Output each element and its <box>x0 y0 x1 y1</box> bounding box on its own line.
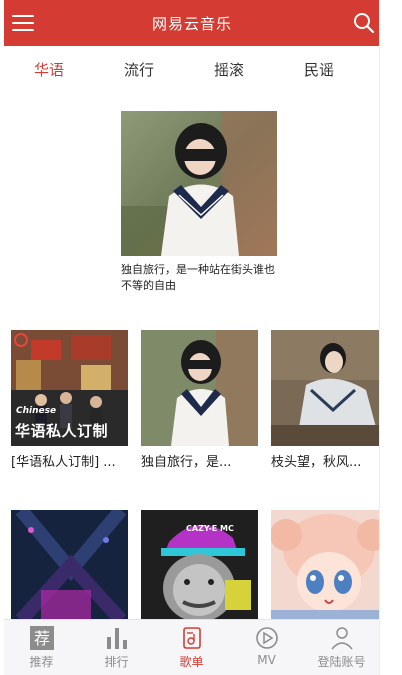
bottom-nav: 荐 推荐 排行 歌单 MV 登陆账号 <box>4 619 380 675</box>
featured-playlist[interactable]: 独自旅行，是一种站在街头谁也不等的自由 <box>121 111 277 294</box>
nav-label: 推荐 <box>29 655 54 669</box>
chart-bars-icon <box>106 628 127 649</box>
top-bar: 网易云音乐 <box>4 0 380 46</box>
nav-item-login[interactable]: 登陆账号 <box>304 620 379 675</box>
playlist-cover-image <box>11 510 128 626</box>
cover-small-text: Chinese <box>16 406 57 416</box>
nav-item-playlist[interactable]: 歌单 <box>154 620 229 675</box>
nav-label: MV <box>257 653 276 667</box>
featured-cover-image <box>121 111 277 256</box>
user-icon <box>330 627 353 650</box>
playlist-card[interactable]: 枝头望，秋风... <box>271 330 380 472</box>
nav-item-chart[interactable]: 排行 <box>79 620 154 675</box>
featured-caption: 独自旅行，是一种站在街头谁也不等的自由 <box>121 263 275 292</box>
nav-label: 歌单 <box>179 655 204 669</box>
tab-huayu[interactable]: 华语 <box>4 52 94 88</box>
playlist-title: 独自旅行，是... <box>141 455 232 470</box>
playlist-cover-image: Chinese 华语私人订制 <box>11 330 128 446</box>
viewport-edge <box>379 0 380 675</box>
nav-item-recommend[interactable]: 荐 推荐 <box>4 620 79 675</box>
nav-label: 排行 <box>104 655 129 669</box>
playlist-title: [华语私人订制] ... <box>11 455 116 470</box>
nav-item-mv[interactable]: MV <box>229 620 304 675</box>
cover-text: CAZY-E MC <box>186 524 234 533</box>
svg-text:荐: 荐 <box>33 629 49 648</box>
playlist-title: 枝头望，秋风... <box>271 455 362 470</box>
playlist-cover-image <box>271 510 380 626</box>
playlist-icon <box>182 627 201 649</box>
recommend-icon: 荐 <box>29 626 54 650</box>
category-tabs: 华语 流行 摇滚 民谣 <box>4 52 380 88</box>
playlist-card[interactable] <box>271 510 380 626</box>
tab-minyao[interactable]: 民谣 <box>274 52 364 88</box>
app-title: 网易云音乐 <box>151 14 232 33</box>
search-icon[interactable] <box>352 11 376 35</box>
tab-liuxing[interactable]: 流行 <box>94 52 184 88</box>
playlist-card[interactable]: CAZY-E MC <box>141 510 258 626</box>
app-screen: 网易云音乐 华语 流行 摇滚 民谣 独自旅行，是一种站在街头谁也不等的自由 Ch… <box>4 0 380 675</box>
cover-big-text: 华语私人订制 <box>15 422 109 440</box>
playlist-card[interactable] <box>11 510 128 626</box>
playlist-cover-image <box>141 330 258 446</box>
tab-yaogun[interactable]: 摇滚 <box>184 52 274 88</box>
playlist-cover-image: CAZY-E MC <box>141 510 258 626</box>
play-circle-icon <box>255 627 278 649</box>
playlist-card[interactable]: 独自旅行，是... <box>141 330 258 472</box>
nav-label: 登陆账号 <box>317 655 366 669</box>
playlist-cover-image <box>271 330 380 446</box>
menu-icon[interactable] <box>12 12 34 34</box>
playlist-card[interactable]: Chinese 华语私人订制 [华语私人订制] ... <box>11 330 128 472</box>
